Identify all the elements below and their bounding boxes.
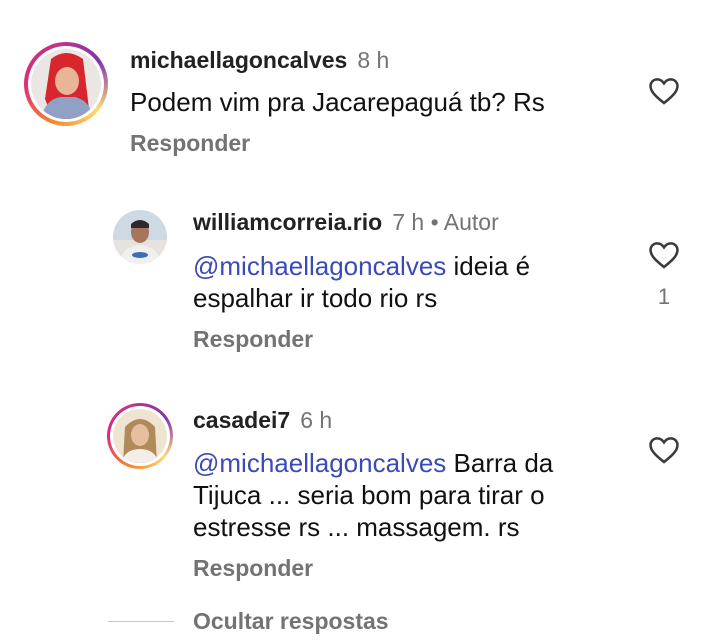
timestamp: 6 h bbox=[300, 407, 333, 433]
mention-link[interactable]: @michaellagoncalves bbox=[193, 251, 446, 281]
reply-item: casadei7 6 h @michaellagoncalves Barra da… bbox=[0, 395, 720, 585]
heart-outline-icon[interactable] bbox=[647, 74, 681, 108]
comment-meta: michaellagoncalves 8 h bbox=[130, 47, 389, 74]
username[interactable]: casadei7 bbox=[193, 407, 290, 433]
username[interactable]: michaellagoncalves bbox=[130, 47, 347, 73]
like-count: 1 bbox=[657, 284, 671, 309]
comment-meta: williamcorreia.rio 7 h • Autor bbox=[193, 209, 499, 236]
comment-text: @michaellagoncalves Barra da Tijuca ... … bbox=[193, 447, 613, 543]
reply-button[interactable]: Responder bbox=[193, 555, 313, 582]
comment-text: Podem vim pra Jacarepaguá tb? Rs bbox=[130, 86, 600, 118]
avatar[interactable] bbox=[113, 409, 167, 463]
avatar[interactable] bbox=[113, 210, 167, 264]
comment-item: michaellagoncalves 8 h Podem vim pra Jaca… bbox=[0, 0, 720, 180]
heart-outline-icon[interactable] bbox=[647, 433, 681, 467]
author-badge: • Autor bbox=[430, 209, 499, 235]
hide-replies-divider bbox=[108, 621, 174, 622]
heart-outline-icon[interactable] bbox=[647, 238, 681, 272]
avatar[interactable] bbox=[31, 49, 101, 119]
reply-button[interactable]: Responder bbox=[193, 326, 313, 353]
comment-body-text: Podem vim pra Jacarepaguá tb? Rs bbox=[130, 87, 545, 117]
reply-button[interactable]: Responder bbox=[130, 130, 250, 157]
hide-replies-button[interactable]: Ocultar respostas bbox=[193, 608, 389, 635]
timestamp: 8 h bbox=[357, 47, 390, 73]
timestamp: 7 h bbox=[392, 209, 425, 235]
comment-text: @michaellagoncalves ideia é espalhar ir … bbox=[193, 250, 613, 314]
reply-item: williamcorreia.rio 7 h • Autor @michaella… bbox=[0, 190, 720, 370]
username[interactable]: williamcorreia.rio bbox=[193, 209, 382, 235]
comment-meta: casadei7 6 h bbox=[193, 407, 332, 434]
mention-link[interactable]: @michaellagoncalves bbox=[193, 448, 446, 478]
